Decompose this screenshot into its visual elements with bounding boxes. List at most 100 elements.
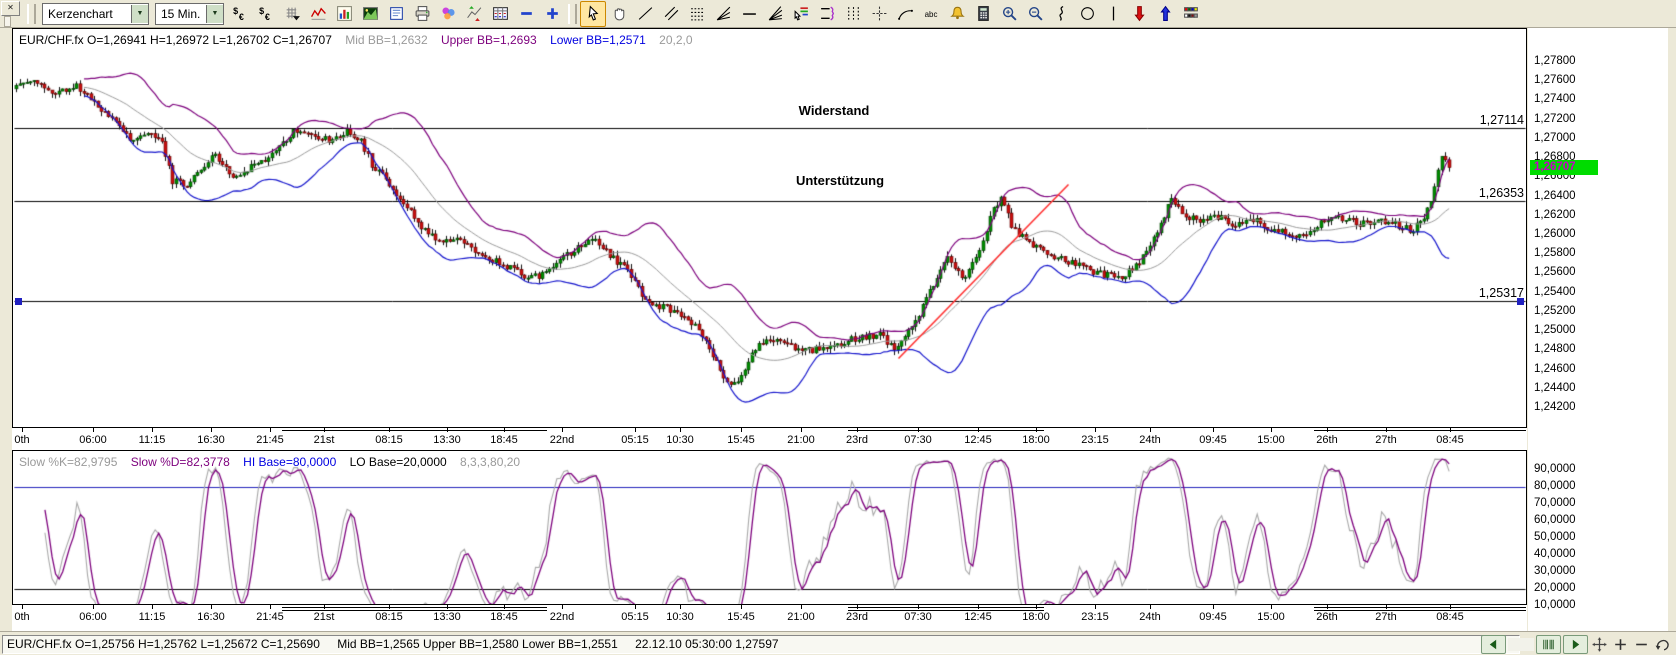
time-axis-label: 23rd (846, 611, 868, 623)
time-tick (93, 428, 94, 432)
time-tick (680, 605, 681, 609)
price-axis-tick: 1,26200 (1534, 209, 1576, 221)
time-axis-label: 21:00 (787, 611, 815, 623)
horizontal-line-tool-icon[interactable] (736, 1, 762, 27)
price-chart-canvas[interactable] (14, 30, 1526, 426)
chevron-down-icon[interactable]: ▼ (206, 5, 223, 23)
indicator-axis-tick: 50,0000 (1534, 531, 1576, 543)
pan-mode-button[interactable] (1590, 636, 1609, 653)
scroll-right-button[interactable] (1563, 635, 1588, 654)
regression-tool-icon[interactable] (814, 1, 840, 27)
time-axis-label: 12:45 (964, 434, 992, 446)
time-tick (93, 605, 94, 609)
session-overline (848, 430, 1044, 431)
price-axis-tick: 1,24600 (1534, 363, 1576, 375)
zoom-minus-icon[interactable] (513, 1, 539, 27)
time-axis-label: 05:15 (621, 611, 649, 623)
zoom-in-button[interactable] (1611, 636, 1630, 653)
ellipse-tool-icon[interactable] (1074, 1, 1100, 27)
fibonacci-lines-tool-icon[interactable] (684, 1, 710, 27)
color-grid-icon[interactable] (1178, 1, 1204, 27)
price-axis[interactable]: 1,278001,276001,274001,272001,270001,268… (1528, 28, 1668, 631)
vertical-line-tool-icon[interactable] (1100, 1, 1126, 27)
scroll-thumb-button[interactable] (1536, 635, 1561, 654)
arc-tool-icon[interactable] (892, 1, 918, 27)
interval-select[interactable]: 15 Min. ▼ (155, 3, 224, 25)
toolbar-grip[interactable] (27, 4, 36, 24)
time-tick (270, 428, 271, 432)
time-axis-label: 18:45 (490, 611, 518, 623)
watchlist-book-icon[interactable] (383, 1, 409, 27)
chart-image-icon[interactable] (357, 1, 383, 27)
time-tick (152, 428, 153, 432)
pointer-levels-tool-icon[interactable] (788, 1, 814, 27)
zoom-out-button[interactable] (1632, 636, 1651, 653)
support-annotation[interactable]: Unterstützung (796, 173, 884, 188)
time-axis-label: 24th (1139, 434, 1160, 446)
grid-settings-icon[interactable] (279, 1, 305, 27)
pointer-tool-icon[interactable] (580, 1, 606, 27)
parallel-lines-tool-icon[interactable] (658, 1, 684, 27)
session-overline (1314, 607, 1526, 611)
symbol-quote-icon[interactable]: $€ (227, 1, 253, 27)
scrollbar-track[interactable] (1508, 638, 1534, 651)
print-icon[interactable] (409, 1, 435, 27)
price-axis-tick: 1,27800 (1534, 55, 1576, 67)
time-tick (680, 428, 681, 432)
indicator-axis-tick: 20,0000 (1534, 582, 1576, 594)
svg-text:$: $ (233, 6, 238, 16)
zoom-out-tool-icon[interactable] (1022, 1, 1048, 27)
indicator-wave-icon[interactable] (305, 1, 331, 27)
time-axis-bottom[interactable]: 0th06:0011:1516:3021:4521st08:1513:3018:… (12, 605, 1527, 631)
time-axis-label: 13:30 (433, 434, 461, 446)
indicator-canvas[interactable] (14, 451, 1526, 604)
time-axis-label: 23rd (846, 434, 868, 446)
arrow-down-tool-icon[interactable] (1126, 1, 1152, 27)
price-axis-tick: 1,25800 (1534, 247, 1576, 259)
gann-fan-tool-icon[interactable] (762, 1, 788, 27)
time-axis-label: 15:00 (1257, 611, 1285, 623)
alert-bell-tool-icon[interactable] (944, 1, 970, 27)
line-handle-left[interactable] (15, 298, 22, 305)
resistance-annotation[interactable]: Widerstand (799, 103, 870, 118)
hand-tool-icon[interactable] (606, 1, 632, 27)
crosshair-tool-icon[interactable] (866, 1, 892, 27)
signals-chart-icon[interactable] (461, 1, 487, 27)
data-window-icon[interactable] (487, 1, 513, 27)
zoom-plus-icon[interactable] (539, 1, 565, 27)
wave-tool-icon[interactable] (1048, 1, 1074, 27)
session-overline (282, 430, 547, 431)
indicator-axis-tick: 90,0000 (1534, 463, 1576, 475)
time-tick (635, 428, 636, 432)
scroll-left-button[interactable] (1481, 635, 1506, 654)
line-handle-right[interactable] (1517, 298, 1524, 305)
close-icon[interactable]: ✕ (1, 1, 20, 16)
arrow-up-tool-icon[interactable] (1152, 1, 1178, 27)
chart-type-select[interactable]: Kerzenchart ▼ (42, 3, 149, 25)
symbol-search-icon[interactable]: $€ (253, 1, 279, 27)
chart-gallery-icon[interactable] (331, 1, 357, 27)
support-price-label: 1,26353 (1479, 186, 1524, 200)
calculator-tool-icon[interactable] (970, 1, 996, 27)
text-tool-icon[interactable]: abc (918, 1, 944, 27)
chevron-down-icon[interactable]: ▼ (131, 5, 148, 23)
time-axis-label: 08:15 (375, 611, 403, 623)
time-tick (1150, 428, 1151, 432)
dock-grip[interactable] (4, 16, 11, 27)
time-tick (562, 428, 563, 432)
design-palette-icon[interactable] (435, 1, 461, 27)
toolbar-grip[interactable] (568, 4, 577, 24)
last-price-badge: 1,26707 (1530, 160, 1598, 175)
fan-lines-tool-icon[interactable] (710, 1, 736, 27)
time-axis-label: 24th (1139, 611, 1160, 623)
zoom-in-tool-icon[interactable] (996, 1, 1022, 27)
time-axis-label: 15:45 (727, 434, 755, 446)
vertical-lines-tool-icon[interactable] (840, 1, 866, 27)
time-axis-top[interactable]: 0th06:0011:1516:3021:4521st08:1513:3018:… (12, 428, 1527, 450)
time-tick (741, 428, 742, 432)
stochastic-panel: Slow %K=82,9795 Slow %D=82,3778 HI Base=… (12, 450, 1527, 605)
undo-button[interactable] (1653, 636, 1672, 653)
indicator-axis-tick: 10,0000 (1534, 599, 1576, 611)
trendline-tool-icon[interactable] (632, 1, 658, 27)
time-axis-label: 0th (14, 434, 29, 446)
